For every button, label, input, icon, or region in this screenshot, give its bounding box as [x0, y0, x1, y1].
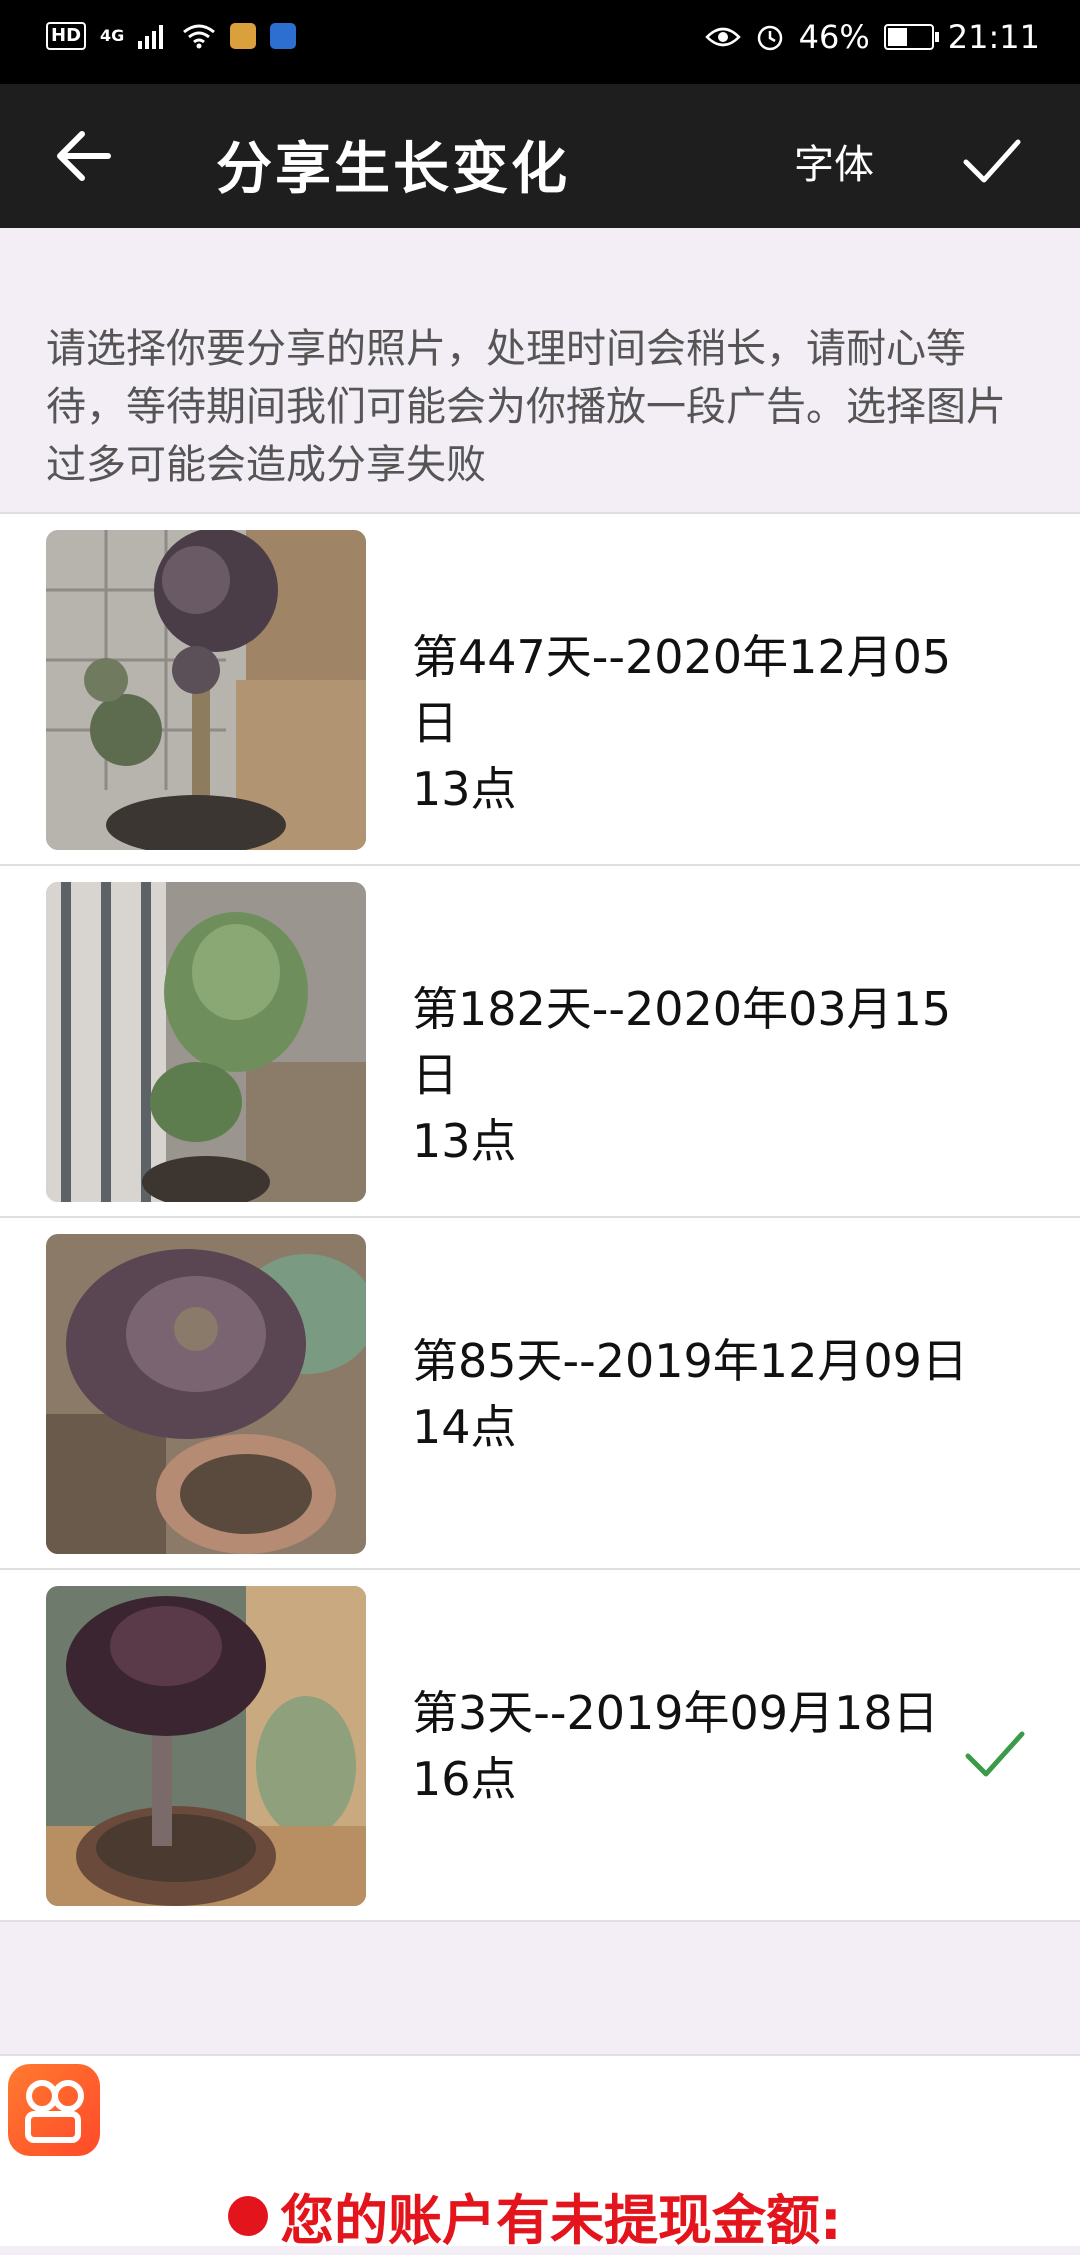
checkmark-icon — [963, 139, 1021, 183]
security-shield-icon — [270, 23, 297, 49]
battery-percent: 46% — [798, 18, 870, 56]
confirm-button[interactable] — [960, 128, 1024, 192]
photo-row[interactable]: 第85天--2019年12月09日 14点 — [0, 1218, 1080, 1570]
app-bar: 分享生长变化 字体 — [0, 84, 1080, 228]
ad-banner[interactable]: 您的账户有未提现金额: — [0, 2054, 1080, 2252]
photo-day-date: 第182天--2020年03月15日 — [412, 982, 952, 1102]
instruction-text: 请选择你要分享的照片，处理时间会稍长，请耐心等待，等待期间我们可能会为你播放一段… — [46, 326, 1006, 488]
photo-info: 第85天--2019年12月09日 14点 — [412, 1328, 972, 1460]
ad-app-logo[interactable] — [8, 2064, 100, 2156]
selected-check-icon — [962, 1720, 1028, 1786]
photo-row[interactable]: 第3天--2019年09月18日 16点 — [0, 1570, 1080, 1922]
status-right-icons: 46% 21:11 — [704, 18, 1040, 56]
plant-photo-thumbnail — [46, 1586, 366, 1906]
eye-icon — [704, 27, 741, 47]
photo-hour: 13点 — [412, 1114, 517, 1168]
photo-info: 第447天--2020年12月05日 13点 — [412, 624, 972, 822]
photo-info: 第182天--2020年03月15日 13点 — [412, 976, 972, 1174]
alert-dot-icon — [228, 2195, 268, 2236]
page-title: 分享生长变化 — [216, 137, 570, 202]
photo-hour: 13点 — [412, 762, 517, 816]
photo-list: 第447天--2020年12月05日 13点 第182天--2020年03月15… — [0, 512, 1080, 1922]
plant-photo-thumbnail — [46, 530, 366, 850]
photo-day-date: 第3天--2019年09月18日 — [412, 1686, 939, 1740]
ad-headline-text: 您的账户有未提现金额: — [280, 2189, 842, 2252]
photo-row[interactable]: 第182天--2020年03月15日 13点 — [0, 866, 1080, 1218]
photo-day-date: 第85天--2019年12月09日 — [412, 1334, 968, 1388]
hd-badge: HD — [46, 22, 87, 50]
photo-row[interactable]: 第447天--2020年12月05日 13点 — [0, 514, 1080, 866]
photo-hour: 16点 — [412, 1752, 517, 1806]
arrow-left-icon — [57, 131, 111, 181]
photo-info: 第3天--2019年09月18日 16点 — [412, 1680, 972, 1812]
plant-photo-thumbnail — [46, 882, 366, 1202]
ad-headline[interactable]: 您的账户有未提现金额: — [228, 2176, 842, 2255]
wifi-icon — [183, 24, 216, 49]
clock: 21:11 — [947, 18, 1040, 56]
signal-icon — [138, 25, 164, 49]
notification-app-icon — [230, 23, 257, 49]
photo-hour: 14点 — [412, 1400, 517, 1454]
back-button[interactable] — [48, 120, 120, 192]
plant-photo-thumbnail — [46, 1234, 366, 1554]
alarm-icon — [757, 25, 782, 51]
status-left-icons: HD 4G — [46, 22, 297, 50]
network-type: 4G — [100, 26, 125, 45]
battery-icon — [883, 24, 939, 50]
status-bar: HD 4G 46% 21:11 — [0, 0, 1080, 84]
font-button[interactable]: 字体 — [794, 132, 874, 190]
photo-day-date: 第447天--2020年12月05日 — [412, 630, 952, 750]
